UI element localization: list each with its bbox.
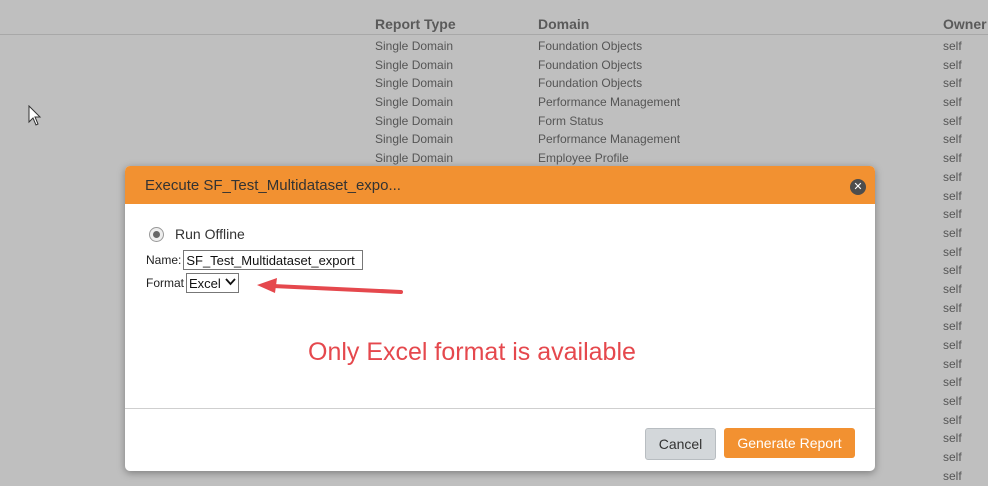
report-type-cell: Single Domain	[375, 57, 454, 72]
column-header-domain[interactable]: Domain	[538, 16, 589, 32]
owner-cell: self	[943, 281, 962, 296]
table-row[interactable]: Single Domain Foundation Objects self	[0, 56, 988, 75]
name-label: Name:	[146, 253, 182, 267]
domain-cell: Performance Management	[538, 132, 681, 147]
table-row[interactable]: Single Domain Foundation Objects self	[0, 37, 988, 56]
column-header-owner[interactable]: Owner	[943, 16, 987, 32]
dialog-title: Execute SF_Test_Multidataset_expo...	[145, 177, 401, 194]
report-type-cell: Single Domain	[375, 132, 454, 147]
owner-cell: self	[943, 356, 962, 371]
table-row[interactable]: Single Domain Form Status self	[0, 112, 988, 131]
domain-cell: Employee Profile	[538, 151, 629, 166]
domain-cell: Performance Management	[538, 95, 681, 110]
generate-report-button[interactable]: Generate Report	[724, 428, 855, 458]
format-label: Format	[146, 276, 185, 290]
mouse-cursor-icon	[28, 105, 42, 126]
owner-cell: self	[943, 207, 962, 222]
domain-cell: Foundation Objects	[538, 39, 643, 53]
report-type-cell: Single Domain	[375, 39, 454, 53]
run-offline-radio[interactable]	[149, 226, 164, 242]
owner-cell: self	[943, 132, 962, 147]
owner-cell: self	[943, 300, 962, 315]
owner-cell: self	[943, 375, 962, 390]
domain-cell: Form Status	[538, 113, 604, 128]
cancel-button[interactable]: Cancel	[645, 428, 716, 460]
dialog-body: Run Offline Name: Format Excel Only Exce…	[125, 204, 875, 409]
report-type-cell: Single Domain	[375, 95, 454, 110]
owner-cell: self	[943, 169, 962, 184]
execute-report-dialog: Execute SF_Test_Multidataset_expo... ✕ R…	[125, 166, 875, 471]
table-row[interactable]: Single Domain Performance Management self	[0, 130, 988, 149]
table-row[interactable]: Single Domain Employee Profile self	[0, 149, 988, 168]
report-type-cell: Single Domain	[375, 151, 454, 166]
owner-cell: self	[943, 319, 962, 334]
format-selected-value: Excel	[189, 275, 221, 291]
column-header-report-type[interactable]: Report Type	[375, 16, 456, 32]
owner-cell: self	[943, 95, 962, 110]
report-type-cell: Single Domain	[375, 76, 454, 91]
close-icon[interactable]: ✕	[850, 179, 866, 195]
table-header: Report Type Domain Owner	[0, 0, 988, 35]
owner-cell: self	[943, 39, 962, 53]
owner-cell: self	[943, 151, 962, 166]
table-row[interactable]: Single Domain Foundation Objects self	[0, 74, 988, 93]
owner-cell: self	[943, 263, 962, 278]
owner-cell: self	[943, 338, 962, 352]
format-select[interactable]: Excel	[186, 273, 239, 293]
owner-cell: self	[943, 113, 962, 128]
annotation-arrow-icon	[257, 278, 403, 294]
owner-cell: self	[943, 394, 962, 409]
name-row: Name:	[146, 250, 364, 270]
chevron-down-icon	[225, 277, 236, 289]
run-offline-label: Run Offline	[175, 226, 245, 242]
dialog-header: Execute SF_Test_Multidataset_expo... ✕	[125, 166, 875, 204]
domain-cell: Foundation Objects	[538, 76, 643, 91]
report-type-cell: Single Domain	[375, 113, 454, 128]
domain-cell: Foundation Objects	[538, 57, 643, 72]
owner-cell: self	[943, 57, 962, 72]
name-input[interactable]	[183, 250, 364, 270]
owner-cell: self	[943, 450, 962, 465]
run-offline-option[interactable]: Run Offline	[149, 226, 245, 242]
owner-cell: self	[943, 412, 962, 427]
owner-cell: self	[943, 188, 962, 203]
owner-cell: self	[943, 244, 962, 259]
annotation-text: Only Excel format is available	[308, 338, 636, 366]
table-row[interactable]: Single Domain Performance Management self	[0, 93, 988, 112]
owner-cell: self	[943, 225, 962, 240]
owner-cell: self	[943, 76, 962, 91]
owner-cell: self	[943, 431, 962, 446]
dialog-footer: Cancel Generate Report	[125, 409, 875, 471]
format-row: Format Excel	[146, 273, 239, 293]
